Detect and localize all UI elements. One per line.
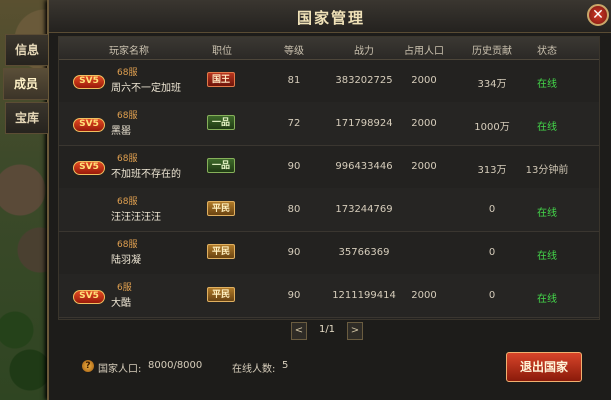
level-cell: 90 (287, 161, 301, 172)
table-header: 玩家名称 职位 等级 战力 占用人口 历史贡献 状态 (59, 37, 599, 60)
player-name[interactable]: 不加班不存在的 (111, 165, 181, 180)
player-name[interactable]: 陆羽凝 (111, 251, 141, 266)
population-value: 8000/8000 (148, 360, 203, 371)
header-power: 战力 (354, 46, 374, 57)
contribution-cell: 0 (488, 290, 496, 301)
player-name[interactable]: 汪汪汪汪汪 (111, 208, 161, 223)
pagination: < 1/1 > (291, 322, 363, 340)
header-player-name: 玩家名称 (109, 46, 149, 57)
rank-badge: 平民 (207, 287, 235, 302)
population-cell: 2000 (411, 290, 437, 301)
header-status: 状态 (537, 46, 557, 57)
server-label: 68服 (117, 68, 138, 78)
online-count-label: 在线人数: (232, 364, 276, 375)
table-row[interactable]: SV5 6服 大酷 平民 90 1211199414 2000 0 在线 (59, 274, 599, 318)
table-row[interactable]: SV5 68服 不加班不存在的 一品 90 996433446 2000 313万 13分钟前 (59, 145, 599, 189)
close-icon[interactable]: ✕ (587, 4, 609, 26)
level-cell: 72 (287, 118, 301, 129)
online-count-value: 5 (282, 360, 289, 371)
header-population: 占用人口 (404, 46, 444, 57)
population-cell: 2000 (411, 75, 437, 86)
vip-badge: SV5 (73, 118, 105, 132)
population-cell: 2000 (411, 118, 437, 129)
player-name[interactable]: 大酷 (111, 294, 131, 309)
power-cell: 35766369 (338, 247, 390, 258)
level-cell: 90 (287, 290, 301, 301)
rank-badge: 平民 (207, 201, 235, 216)
level-cell: 90 (287, 247, 301, 258)
rank-badge: 一品 (207, 158, 235, 173)
server-label: 68服 (117, 197, 138, 207)
vip-badge: SV5 (73, 290, 105, 304)
tab-info[interactable]: 信息 (5, 34, 48, 66)
population-cell: 2000 (411, 161, 437, 172)
vip-badge: SV5 (73, 161, 105, 175)
rank-badge: 平民 (207, 244, 235, 259)
power-cell: 171798924 (335, 118, 393, 129)
power-cell: 173244769 (335, 204, 393, 215)
rank-badge: 一品 (207, 115, 235, 130)
next-page-button[interactable]: > (347, 322, 363, 340)
rank-badge: 国王 (207, 72, 235, 87)
population-label: 国家人口: (98, 364, 142, 375)
table-row[interactable]: 68服 陆羽凝 平民 90 35766369 0 在线 (59, 231, 599, 275)
title-bar: 国家管理 ✕ (49, 0, 611, 33)
table-row[interactable]: SV5 68服 周六不一定加班 国王 81 383202725 2000 334万 在线 (59, 59, 599, 103)
contribution-cell: 334万 (477, 79, 507, 90)
header-position: 职位 (212, 46, 232, 57)
server-label: 6服 (117, 283, 132, 293)
contribution-cell: 0 (488, 204, 496, 215)
contribution-cell: 0 (488, 247, 496, 258)
table-row[interactable]: SV5 68服 黑罂 一品 72 171798924 2000 1000万 在线 (59, 102, 599, 146)
power-cell: 383202725 (335, 75, 393, 86)
vip-badge: SV5 (73, 75, 105, 89)
members-table: 玩家名称 职位 等级 战力 占用人口 历史贡献 状态 SV5 68服 周六不一定加班… (58, 36, 600, 320)
window-title: 国家管理 (296, 9, 365, 27)
info-icon[interactable]: ? (82, 360, 94, 372)
tab-members[interactable]: 成员 (3, 68, 48, 100)
player-name[interactable]: 周六不一定加班 (111, 79, 181, 94)
server-label: 68服 (117, 240, 138, 250)
status-cell: 在线 (537, 122, 557, 133)
player-name[interactable]: 黑罂 (111, 122, 131, 137)
status-cell: 在线 (537, 79, 557, 90)
status-cell: 在线 (537, 294, 557, 305)
page-indicator: 1/1 (318, 324, 336, 335)
status-cell: 在线 (537, 208, 557, 219)
prev-page-button[interactable]: < (291, 322, 307, 340)
header-level: 等级 (284, 46, 304, 57)
level-cell: 81 (287, 75, 301, 86)
footer: ? 国家人口: 8000/8000 在线人数: 5 退出国家 (58, 346, 598, 390)
status-cell: 在线 (537, 251, 557, 262)
exit-country-button[interactable]: 退出国家 (506, 352, 582, 382)
server-label: 68服 (117, 111, 138, 121)
power-cell: 996433446 (335, 161, 393, 172)
header-contribution: 历史贡献 (472, 46, 512, 57)
server-label: 68服 (117, 154, 138, 164)
level-cell: 80 (287, 204, 301, 215)
table-row[interactable]: 68服 汪汪汪汪汪 平民 80 173244769 0 在线 (59, 188, 599, 232)
power-cell: 1211199414 (332, 290, 396, 301)
contribution-cell: 313万 (477, 165, 507, 176)
status-cell: 13分钟前 (525, 165, 569, 176)
tab-treasury[interactable]: 宝库 (5, 102, 48, 134)
contribution-cell: 1000万 (474, 122, 510, 133)
